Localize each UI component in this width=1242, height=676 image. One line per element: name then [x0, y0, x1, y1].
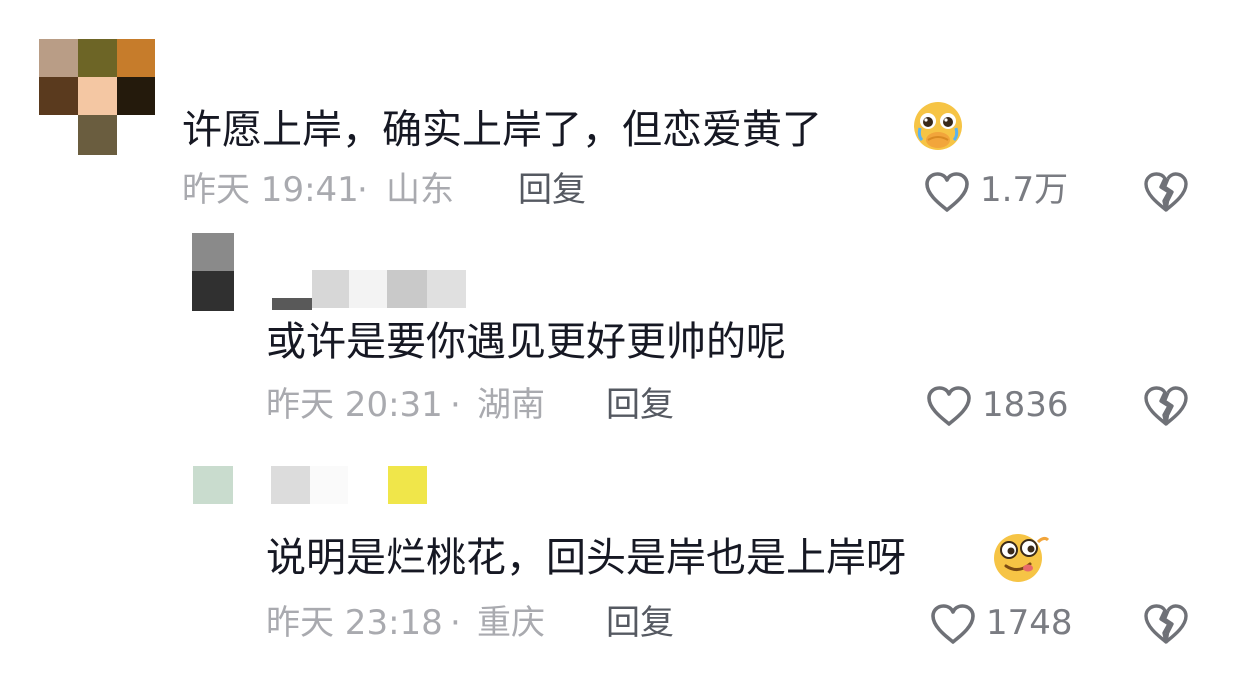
- like-count: 1.7万: [980, 170, 1069, 210]
- comment-location: 湖南: [477, 385, 545, 425]
- heart-outline-icon[interactable]: [924, 384, 974, 428]
- like-count: 1748: [986, 603, 1073, 643]
- avatar[interactable]: [192, 233, 234, 311]
- username[interactable]: [271, 466, 427, 504]
- username[interactable]: [272, 270, 466, 310]
- like-count: 1836: [982, 385, 1069, 425]
- comment-time: 昨天 20:31: [266, 385, 443, 425]
- comment-text: 或许是要你遇见更好更帅的呢: [266, 319, 786, 365]
- meta-separator: ·: [357, 170, 368, 210]
- comment-time: 昨天 19:41: [182, 170, 359, 210]
- meta-separator: ·: [450, 603, 461, 643]
- heart-outline-icon[interactable]: [928, 602, 978, 646]
- meta-separator: ·: [450, 385, 461, 425]
- comment-text: 说明是烂桃花，回头是岸也是上岸呀: [266, 535, 906, 581]
- comment-time: 昨天 23:18: [266, 603, 443, 643]
- reply-button[interactable]: 回复: [606, 388, 674, 422]
- comment-location: 山东: [386, 170, 454, 210]
- reply-button[interactable]: 回复: [606, 606, 674, 640]
- broken-heart-icon[interactable]: [1142, 602, 1190, 646]
- heart-outline-icon[interactable]: [922, 170, 972, 214]
- avatar[interactable]: [193, 466, 233, 504]
- broken-heart-icon[interactable]: [1142, 170, 1190, 214]
- comment-text: 许愿上岸，确实上岸了，但恋爱黄了: [182, 107, 822, 153]
- avatar[interactable]: [39, 39, 155, 155]
- broken-heart-icon[interactable]: [1142, 384, 1190, 428]
- wink-tongue-face-icon: [994, 534, 1050, 582]
- reply-button[interactable]: 回复: [518, 173, 586, 207]
- crying-pleading-face-icon: [914, 102, 962, 150]
- comment-location: 重庆: [477, 603, 545, 643]
